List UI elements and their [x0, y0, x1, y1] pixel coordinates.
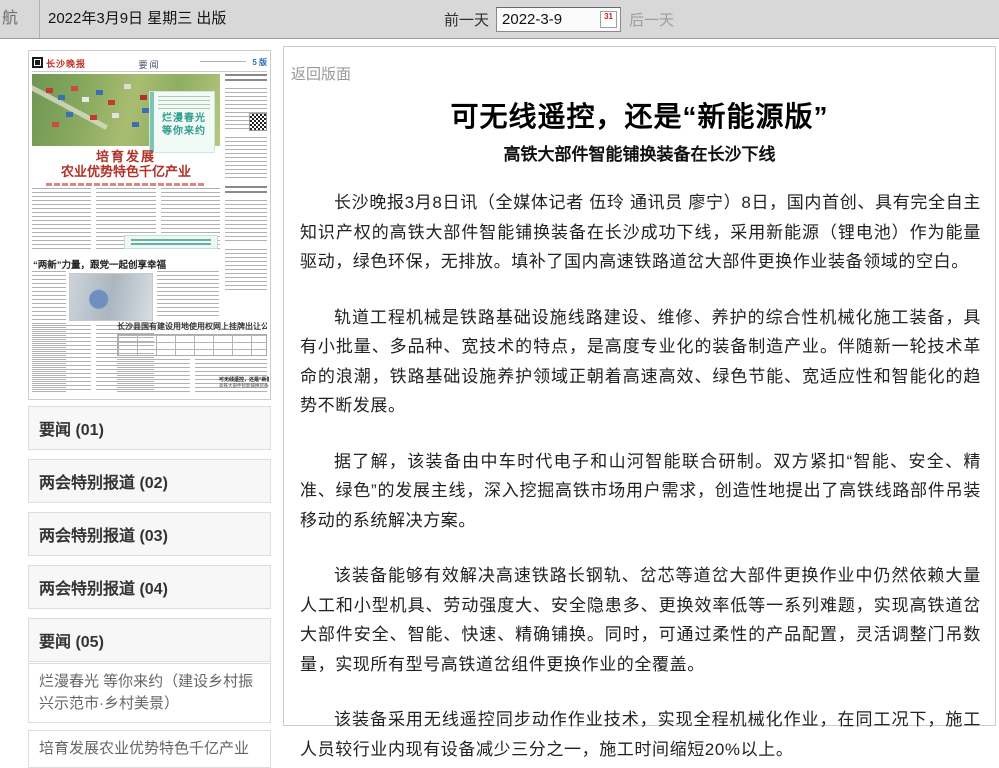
thumbnail-header-rule [32, 71, 267, 72]
article-paragraph: 轨道工程机械是铁路基础设施线路建设、维修、养护的综合性机械化施工装备，具有小批量… [300, 303, 981, 421]
notice-headline: 长沙县国有建设用地使用权网上挂牌出让公告 [117, 321, 267, 332]
photo-roofs [46, 88, 53, 93]
article-paragraph: 该装备能够有效解决高速铁路长钢轨、岔芯等道岔大部件更换作业中仍然依赖大量人工和小… [300, 561, 981, 679]
sidebar-item-page-05[interactable]: 要闻 (05) [28, 618, 271, 662]
text-column [32, 188, 91, 252]
text-column [225, 137, 267, 181]
sidebar-item-page-03[interactable]: 两会特别报道 (03) [28, 512, 271, 556]
article-paragraph: 据了解，该装备由中车时代电子和山河智能联合研制。双方紧扣“智能、安全、精准、绿色… [300, 447, 981, 536]
sidebar-article-link-1[interactable]: 烂漫春光 等你来约（建设乡村振兴示范市·乡村美景） [28, 663, 271, 723]
next-day-button-disabled[interactable]: 后一天 [629, 9, 674, 30]
thumbnail-page-number: 5 版 [252, 57, 267, 68]
calendar-icon-day: 31 [601, 12, 616, 22]
article-body: 长沙晚报3月8日讯（全媒体记者 伍玲 通讯员 廖宁）8日，国内首创、具有完全自主… [300, 188, 981, 764]
thumbnail-promo-box: 烂漫春光 等你来约 [149, 91, 215, 153]
notice-table-grid [117, 334, 267, 356]
article-subtitle: 高铁大部件智能铺换装备在长沙下线 [284, 140, 995, 165]
nav-partial-label[interactable]: 航 [0, 0, 40, 38]
headline-line1: 培育发展 [32, 149, 220, 164]
thumbnail-article-subheadline: 高铁大部件智能铺换装备在长沙下线 [219, 383, 269, 389]
page-sidebar: 长沙晚报 要闻 5 版 烂漫春光 等你来约 培育发展 农业优势特色千亿产业 “两… [28, 50, 271, 768]
banner-text-lines [131, 239, 211, 246]
publish-date-label: 2022年3月9日 星期三 出版 [48, 0, 226, 38]
date-navigation: 前一天 31 后一天 [444, 0, 674, 38]
thumbnail-right-column [225, 74, 267, 312]
headline-line2: 农业优势特色千亿产业 [32, 164, 220, 179]
headline-subline [46, 183, 206, 186]
previous-day-button[interactable]: 前一天 [444, 9, 489, 30]
promo-text-lines [158, 96, 210, 112]
article-title: 可无线遥控，还是“新能源版” [284, 47, 995, 135]
thumbnail-second-headline: “两新”力量，跟党一起创享幸福 [33, 257, 183, 271]
sidebar-item-page-01[interactable]: 要闻 (01) [28, 406, 271, 450]
mini-headline [225, 186, 267, 196]
newspaper-page-thumbnail[interactable]: 长沙晚报 要闻 5 版 烂漫春光 等你来约 培育发展 农业优势特色千亿产业 “两… [28, 50, 271, 400]
thumbnail-worker-photo [69, 273, 153, 321]
promo-title-line1: 烂漫春光 [158, 112, 210, 125]
sidebar-item-page-02[interactable]: 两会特别报道 (02) [28, 459, 271, 503]
photo-road [32, 83, 108, 130]
qr-code [249, 113, 267, 131]
text-column [117, 359, 190, 395]
text-column [225, 249, 267, 293]
text-column [157, 271, 219, 319]
mini-headline [225, 74, 267, 84]
back-to-page-link[interactable]: 返回版面 [291, 63, 351, 84]
top-toolbar: 航 2022年3月9日 星期三 出版 前一天 31 后一天 [0, 0, 999, 39]
date-picker: 31 [496, 7, 621, 32]
article-paragraph: 该装备采用无线遥控同步动作作业技术，实现全程机械化作业，在同工况下，施工人员较行… [300, 705, 981, 764]
promo-title-line2: 等你来约 [158, 125, 210, 138]
thumbnail-main-headline: 培育发展 农业优势特色千亿产业 [32, 149, 220, 186]
article-paragraph: 长沙晚报3月8日讯（全媒体记者 伍玲 通讯员 廖宁）8日，国内首创、具有完全自主… [300, 188, 981, 277]
thumbnail-article-headline: 可无线遥控，还是“新能源版” [219, 376, 269, 383]
text-column [32, 325, 91, 393]
calendar-icon[interactable]: 31 [600, 11, 617, 28]
text-column [225, 200, 267, 244]
thumbnail-teal-banner [124, 235, 218, 249]
sidebar-item-page-04[interactable]: 两会特别报道 (04) [28, 565, 271, 609]
sidebar-article-link-2[interactable]: 培育发展农业优势特色千亿产业 [28, 730, 271, 768]
thumbnail-header-dateline [200, 61, 246, 65]
article-panel: 返回版面 可无线遥控，还是“新能源版” 高铁大部件智能铺换装备在长沙下线 长沙晚… [283, 46, 996, 726]
